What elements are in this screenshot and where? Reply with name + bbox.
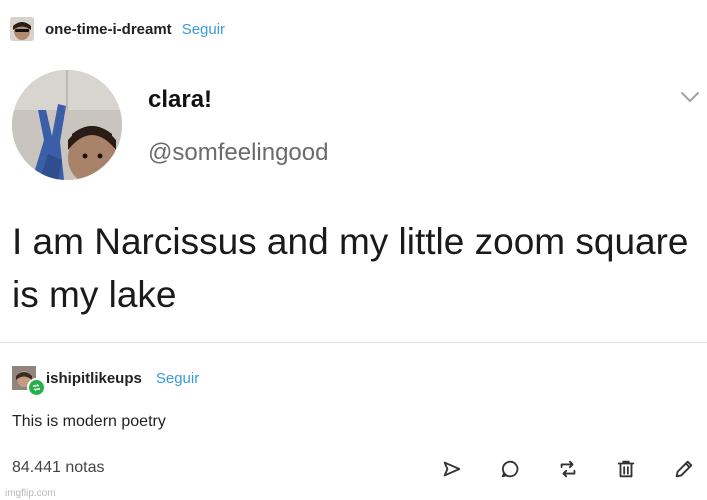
reblog-header: ishipitlikeups Seguir (12, 364, 199, 397)
reblog-username[interactable]: ishipitlikeups (46, 370, 142, 387)
follow-button[interactable]: Seguir (182, 21, 225, 38)
watermark: imgflip.com (5, 488, 56, 499)
display-name: clara! (148, 86, 213, 113)
divider (0, 342, 707, 343)
reply-icon[interactable] (498, 457, 522, 481)
reblog-icon[interactable] (556, 457, 580, 481)
delete-icon[interactable] (614, 457, 638, 481)
handle: @somfeelingood (148, 139, 329, 166)
notes-count[interactable]: 84.441 notas (12, 459, 105, 477)
avatar[interactable] (12, 366, 46, 397)
follow-button[interactable]: Seguir (156, 370, 199, 387)
send-icon[interactable] (440, 457, 464, 481)
tweet-text: I am Narcissus and my little zoom square… (12, 221, 689, 315)
username[interactable]: one-time-i-dreamt (45, 21, 172, 38)
tweet-avatar (12, 70, 122, 180)
chevron-down-icon (678, 87, 702, 107)
avatar[interactable] (10, 17, 34, 41)
post-header: one-time-i-dreamt Seguir (10, 15, 225, 43)
reblog-badge-icon (27, 378, 46, 397)
reblog-comment: This is modern poetry (12, 413, 166, 430)
edit-icon[interactable] (672, 457, 696, 481)
post-actions (440, 457, 696, 481)
